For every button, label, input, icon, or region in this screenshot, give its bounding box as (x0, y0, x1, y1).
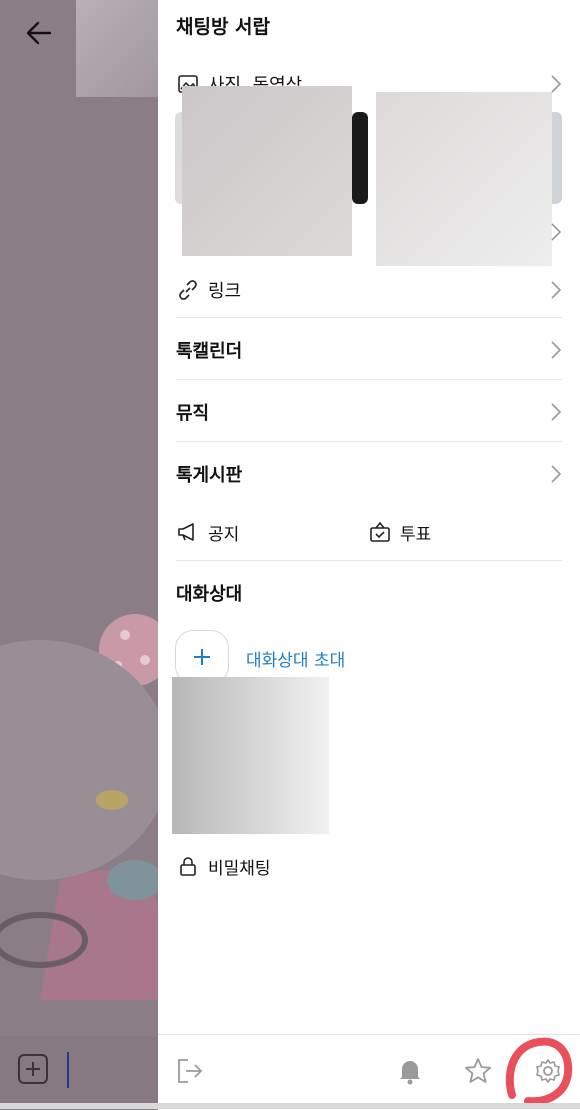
music-row[interactable]: 뮤직 (176, 398, 562, 426)
drawer-title: 채팅방 서랍 (176, 16, 271, 38)
divider (176, 379, 562, 380)
megaphone-icon (178, 523, 194, 541)
chevron-right-icon (551, 223, 562, 241)
music-label: 뮤직 (176, 403, 210, 424)
text-cursor (67, 1052, 69, 1088)
board-label: 톡게시판 (176, 465, 243, 486)
link-label: 링크 (208, 281, 242, 302)
chevron-right-icon (551, 465, 562, 483)
ballot-box-icon (370, 521, 390, 542)
back-arrow-icon[interactable] (20, 14, 60, 54)
blurred-region (172, 677, 329, 834)
media-thumbnail[interactable] (352, 112, 368, 204)
invite-button[interactable] (175, 630, 229, 684)
calendar-label: 톡캘린더 (176, 341, 243, 362)
plus-icon (194, 649, 210, 665)
highlight-circle-annotation (505, 1037, 573, 1106)
file-row[interactable] (176, 220, 562, 244)
secret-chat-button[interactable]: 비밀채팅 (176, 852, 376, 880)
notice-label: 공지 (208, 524, 240, 545)
talk-board-row[interactable]: 톡게시판 (176, 460, 562, 488)
notice-button[interactable]: 공지 (176, 518, 356, 546)
divider (176, 317, 562, 318)
link-icon (179, 280, 197, 300)
vote-button[interactable]: 투표 (368, 518, 518, 546)
drawer-bottom-toolbar (158, 1034, 580, 1110)
exit-icon[interactable] (174, 1055, 206, 1087)
chevron-right-icon (551, 341, 562, 359)
chevron-right-icon (551, 75, 562, 93)
divider (176, 441, 562, 442)
bell-icon[interactable] (394, 1055, 426, 1087)
system-navigation-strip (0, 1103, 580, 1109)
invite-label[interactable]: 대화상대 초대 (246, 646, 345, 671)
secret-chat-label: 비밀채팅 (208, 858, 271, 879)
chevron-right-icon (551, 403, 562, 421)
vote-label: 투표 (400, 524, 432, 545)
chat-input-bar (0, 1036, 158, 1109)
star-icon[interactable] (462, 1055, 494, 1087)
lock-icon (180, 857, 196, 876)
participants-title: 대화상대 (176, 584, 243, 605)
wallpaper-kitty-image (0, 614, 158, 1000)
attach-plus-button[interactable] (18, 1054, 48, 1084)
chat-room-drawer: 채팅방 서랍 사진, 동영상 링크 톡캘린더 (158, 0, 580, 1110)
divider (176, 560, 562, 561)
chat-background (0, 0, 158, 1109)
talk-calendar-row[interactable]: 톡캘린더 (176, 336, 562, 364)
chevron-right-icon (551, 281, 562, 299)
link-row[interactable]: 링크 (176, 276, 562, 304)
